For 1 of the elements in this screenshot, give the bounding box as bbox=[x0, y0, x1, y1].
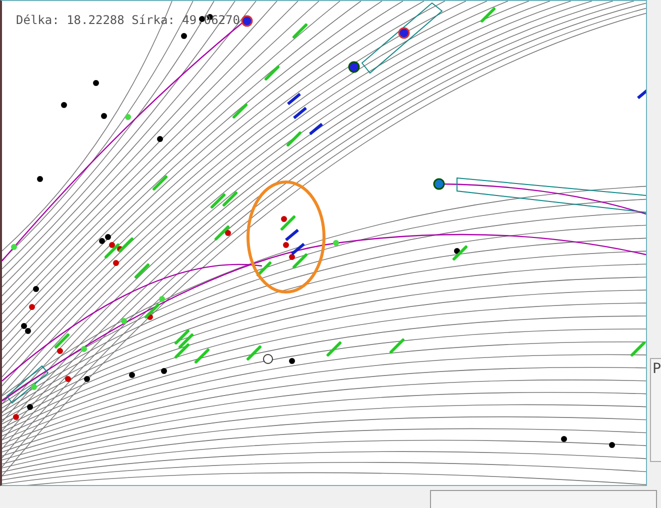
panel-label: P bbox=[650, 358, 661, 462]
